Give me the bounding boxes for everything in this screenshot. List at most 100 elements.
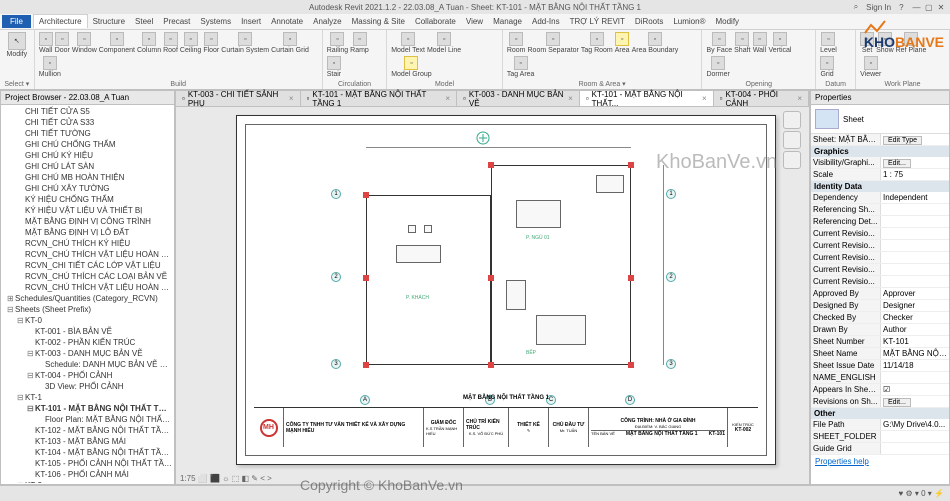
tree-item[interactable]: KT-102 - MẶT BẰNG NỘI THẤT TẦNG 2 xyxy=(3,425,172,436)
edit-button[interactable]: Edit... xyxy=(883,398,911,407)
close-tab-icon[interactable]: × xyxy=(568,94,573,103)
room-tool[interactable]: ▫Room xyxy=(507,32,526,54)
dormer-tool[interactable]: ▫Dormer xyxy=(706,56,729,78)
menu-tab-manage[interactable]: Manage xyxy=(488,15,527,28)
grid-tool[interactable]: ▫Grid xyxy=(820,56,834,78)
nav-home-icon[interactable] xyxy=(783,111,801,129)
model-group-tool[interactable]: ▫Model Group xyxy=(391,56,431,78)
tree-item[interactable]: GHI CHÚ LÁT SÀN xyxy=(3,161,172,172)
tree-item[interactable]: KT-104 - MẶT BẰNG NỘI THẤT TẦNG 1 xyxy=(3,447,172,458)
edit-button[interactable]: Edit... xyxy=(883,159,911,168)
tree-item[interactable]: ⊟KT-003 - DANH MỤC BẢN VẼ xyxy=(3,348,172,359)
tree-item[interactable]: CHI TIẾT CỬA S5 xyxy=(3,106,172,117)
props-section-header[interactable]: Identity Data xyxy=(811,181,949,192)
property-row[interactable]: Sheet NameMẶT BẰNG NỘI... xyxy=(811,348,949,360)
select-panel-label[interactable]: Select ▾ xyxy=(4,80,30,88)
property-row[interactable]: Approved ByApprover xyxy=(811,288,949,300)
vertical-tool[interactable]: ▫Vertical xyxy=(769,32,792,54)
wall-tool[interactable]: ▫Wall xyxy=(753,32,767,54)
property-row[interactable]: Checked ByChecker xyxy=(811,312,949,324)
document-tab[interactable]: ▫KT-003 - CHI TIẾT SẢNH PHỤ× xyxy=(176,91,301,106)
tree-item[interactable]: KT-106 - PHỐI CẢNH MÁI xyxy=(3,469,172,480)
property-row[interactable]: Visibility/Graphi...Edit... xyxy=(811,157,949,169)
drawing-canvas[interactable]: ▫KT-003 - CHI TIẾT SẢNH PHỤ×▫KT-101 - MẶ… xyxy=(175,90,810,485)
tree-item[interactable]: RCVN_CHI TIẾT CÁC LỚP VẬT LIỆU xyxy=(3,260,172,271)
wall-tool[interactable]: ▫Wall xyxy=(39,32,53,54)
property-row[interactable]: Current Revisio... xyxy=(811,228,949,240)
tree-item[interactable]: GHI CHÚ XÂY TƯỜNG xyxy=(3,183,172,194)
tree-item[interactable]: MẶT BẰNG ĐỊNH VỊ CÔNG TRÌNH xyxy=(3,216,172,227)
close-tab-icon[interactable]: × xyxy=(445,94,450,103)
tree-item[interactable]: 3D View: PHỐI CẢNH xyxy=(3,381,172,392)
properties-header[interactable]: Properties xyxy=(811,91,949,105)
tree-item[interactable]: GHI CHÚ CHỐNG THẤM xyxy=(3,139,172,150)
menu-tab-structure[interactable]: Structure xyxy=(88,15,130,28)
ceiling-tool[interactable]: ▫Ceiling xyxy=(180,32,201,54)
floor-tool[interactable]: ▫Floor xyxy=(203,32,219,54)
property-row[interactable]: NAME_ENGLISH xyxy=(811,372,949,384)
model-line-tool[interactable]: ▫Model Line xyxy=(427,32,461,54)
shaft-tool[interactable]: ▫Shaft xyxy=(734,32,750,54)
column-tool[interactable]: ▫Column xyxy=(137,32,161,54)
viewer-tool[interactable]: ▫Viewer xyxy=(860,56,881,78)
type-selector[interactable]: Sheet: MẶT BẰNG N( xyxy=(811,134,881,145)
tree-item[interactable]: GHI CHÚ KÝ HIỆU xyxy=(3,150,172,161)
menu-tab-architecture[interactable]: Architecture xyxy=(33,14,88,28)
area-tool[interactable]: ▫Area xyxy=(615,32,630,54)
stair-tool[interactable]: ▫Stair xyxy=(327,56,341,78)
sign-in-link[interactable]: Sign In xyxy=(866,3,891,12)
status-icons[interactable]: ♥ ⚙ ▾ 0 ▾ ⚡ xyxy=(899,489,944,498)
tree-item[interactable]: CHI TIẾT CỬA S33 xyxy=(3,117,172,128)
nav-wheel-icon[interactable] xyxy=(783,131,801,149)
curtain-grid-tool[interactable]: ▫Curtain Grid xyxy=(271,32,309,54)
navigation-bar[interactable] xyxy=(783,111,803,171)
menu-tab-collaborate[interactable]: Collaborate xyxy=(410,15,461,28)
document-tab[interactable]: ▫KT-003 - DANH MỤC BẢN VẼ× xyxy=(457,91,580,106)
view-control-bar[interactable]: 1:75 ⬜ ⬛ ☼ ⬚ ◧ ✎ < > xyxy=(180,474,272,483)
close-button[interactable]: ✕ xyxy=(936,3,946,12)
property-row[interactable]: Scale1 : 75 xyxy=(811,169,949,181)
menu-tab-steel[interactable]: Steel xyxy=(130,15,158,28)
document-tab[interactable]: ▫KT-004 - PHỐI CẢNH× xyxy=(714,91,809,106)
tree-item[interactable]: ⊟KT-101 - MẶT BẰNG NỘI THẤT TẦNG 1 xyxy=(3,403,172,414)
tree-item[interactable]: RCVN_CHÚ THÍCH CÁC LOẠI BẢN VẼ xyxy=(3,271,172,282)
tree-item[interactable]: KT-105 - PHỐI CẢNH NỘI THẤT TẦNG 2 xyxy=(3,458,172,469)
mullion-tool[interactable]: ▫Mullion xyxy=(39,56,61,78)
menu-tab-lumion-[interactable]: Lumion® xyxy=(668,15,710,28)
tag-area-tool[interactable]: ▫Tag Area xyxy=(507,56,535,78)
window-tool[interactable]: ▫Window xyxy=(72,32,97,54)
level-tool[interactable]: ▫Level xyxy=(820,32,837,54)
sheet-view[interactable]: P. KHÁCH P. NGỦ 01 BẾP 1 2 3 1 2 3 A B C… xyxy=(236,115,776,465)
menu-tab-insert[interactable]: Insert xyxy=(236,15,266,28)
tree-item[interactable]: KÝ HIỆU CHỐNG THẤM xyxy=(3,194,172,205)
property-row[interactable]: File PathG:\My Drive\4.0... xyxy=(811,419,949,431)
tree-item[interactable]: ⊟KT-1 xyxy=(3,392,172,403)
tree-item[interactable]: KT-103 - MẶT BẰNG MÁI xyxy=(3,436,172,447)
tree-item[interactable]: ⊟KT-3 xyxy=(3,480,172,483)
tree-item[interactable]: KÝ HIỆU VẬT LIỆU VÀ THIẾT BỊ xyxy=(3,205,172,216)
nav-pan-icon[interactable] xyxy=(783,151,801,169)
menu-tab-annotate[interactable]: Annotate xyxy=(266,15,308,28)
tree-item[interactable]: RCVN_CHÚ THÍCH VẬT LIỆU HOÀN THIỆN xyxy=(3,249,172,260)
railing-tool[interactable]: ▫Railing xyxy=(327,32,348,54)
search-icon[interactable]: ⌕ xyxy=(854,2,858,12)
tag-room-tool[interactable]: ▫Tag Room xyxy=(581,32,613,54)
property-row[interactable]: Guide Grid xyxy=(811,443,949,455)
file-menu[interactable]: File xyxy=(2,15,31,28)
property-row[interactable]: Sheet Issue Date11/14/18 xyxy=(811,360,949,372)
door-tool[interactable]: ▫Door xyxy=(55,32,70,54)
props-section-header[interactable]: Graphics xyxy=(811,146,949,157)
property-row[interactable]: Referencing Det... xyxy=(811,216,949,228)
project-browser-tree[interactable]: CHI TIẾT CỬA S5CHI TIẾT CỬA S33CHI TIẾT … xyxy=(1,105,174,483)
tree-item[interactable]: KT-002 - PHẦN KIẾN TRÚC xyxy=(3,337,172,348)
property-row[interactable]: Drawn ByAuthor xyxy=(811,324,949,336)
properties-help-link[interactable]: Properties help xyxy=(811,455,949,468)
roof-tool[interactable]: ▫Roof xyxy=(163,32,178,54)
by-face-tool[interactable]: ▫By Face xyxy=(706,32,732,54)
property-row[interactable]: Appears In Shee...☑ xyxy=(811,384,949,396)
property-row[interactable]: DependencyIndependent xyxy=(811,192,949,204)
menu-tab-systems[interactable]: Systems xyxy=(195,15,236,28)
property-row[interactable]: Sheet NumberKT-101 xyxy=(811,336,949,348)
tree-item[interactable]: KT-001 - BÌA BẢN VẼ xyxy=(3,326,172,337)
curtain-system-tool[interactable]: ▫Curtain System xyxy=(221,32,269,54)
